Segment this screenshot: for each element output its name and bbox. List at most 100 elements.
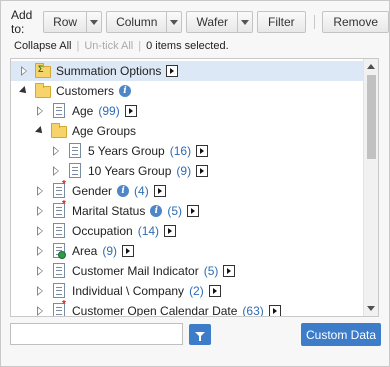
dimension-icon <box>67 143 83 159</box>
column-dropdown-button[interactable] <box>166 11 183 33</box>
tree-node-label[interactable]: Customers <box>56 84 114 98</box>
open-arrow-icon[interactable] <box>122 245 135 257</box>
tree-node[interactable]: 5 Years Group (16) <box>11 141 363 161</box>
funnel-icon <box>195 332 205 341</box>
field-picker-panel: Add to: Row Column Wafer Filter Remove C… <box>0 0 390 367</box>
member-count: (5) <box>203 264 219 278</box>
wafer-dropdown-button[interactable] <box>237 11 253 33</box>
open-arrow-icon[interactable] <box>187 205 200 217</box>
member-count: (99) <box>98 104 120 118</box>
required-dimension-icon: * <box>51 299 67 316</box>
tree-node-label[interactable]: Occupation <box>72 224 133 238</box>
filter-button[interactable] <box>189 324 211 345</box>
member-count: (16) <box>169 144 192 158</box>
folder-icon <box>51 123 67 139</box>
member-count: (14) <box>137 224 160 238</box>
dimension-icon <box>51 223 67 239</box>
column-split-button: Column <box>106 11 183 33</box>
add-to-wafer-button[interactable]: Wafer <box>186 11 237 33</box>
tree-actions: Collapse All | Un-tick All | 0 items sel… <box>14 39 229 53</box>
chevron-down-icon <box>170 19 179 25</box>
chevron-down-icon <box>90 19 99 25</box>
tree-node-label[interactable]: 5 Years Group <box>88 144 165 158</box>
expand-toggle-icon[interactable] <box>35 286 45 296</box>
expand-toggle-icon[interactable] <box>35 266 45 276</box>
expand-toggle-icon[interactable] <box>51 166 61 176</box>
collapse-toggle-icon[interactable] <box>35 126 45 136</box>
member-count: (9) <box>102 244 118 258</box>
collapse-all-link[interactable]: Collapse All <box>14 40 71 52</box>
expand-toggle-icon[interactable] <box>35 226 45 236</box>
tree-node[interactable]: Σ Summation Options <box>11 61 363 81</box>
field-tree: * Customer Open Calendar Date (63) Individu… <box>10 58 379 317</box>
open-arrow-icon[interactable] <box>268 305 281 316</box>
tree-node[interactable]: * Marital Status i (5) <box>11 199 363 221</box>
folder-icon <box>35 83 51 99</box>
geo-dimension-icon <box>51 243 67 259</box>
tree-node[interactable]: Occupation (14) <box>11 221 363 241</box>
open-arrow-icon[interactable] <box>166 65 179 77</box>
selection-status: 0 items selected. <box>146 40 229 52</box>
toolbar: Add to: Row Column Wafer Filter Remove <box>11 8 389 36</box>
expand-toggle-icon[interactable] <box>35 246 45 256</box>
tree-node-label[interactable]: Summation Options <box>56 64 161 78</box>
collapse-toggle-icon[interactable] <box>19 86 29 96</box>
tree-node[interactable]: Age (99) <box>11 101 363 121</box>
open-arrow-icon[interactable] <box>124 105 137 117</box>
add-to-row-button[interactable]: Row <box>43 11 87 33</box>
row-split-button: Row <box>43 11 103 33</box>
tree-scrollbar[interactable] <box>363 59 378 316</box>
scrollbar-thumb[interactable] <box>367 75 376 159</box>
scroll-down-icon[interactable] <box>367 306 375 311</box>
member-count: (5) <box>167 204 183 218</box>
tree-node-label[interactable]: Individual \ Company <box>72 284 184 298</box>
tree-node[interactable]: Customers i <box>11 81 363 101</box>
open-arrow-icon[interactable] <box>196 145 209 157</box>
expand-toggle-icon[interactable] <box>19 66 29 76</box>
member-count: (63) <box>242 304 264 317</box>
info-icon[interactable]: i <box>150 205 163 217</box>
open-arrow-icon[interactable] <box>196 165 209 177</box>
tree-node-label[interactable]: 10 Years Group <box>88 164 171 178</box>
info-icon[interactable]: i <box>117 185 130 197</box>
member-count: (2) <box>189 284 204 298</box>
remove-button[interactable]: Remove <box>322 11 389 33</box>
expand-toggle-icon[interactable] <box>35 306 45 316</box>
dimension-icon <box>67 163 83 179</box>
row-dropdown-button[interactable] <box>86 11 103 33</box>
tree-node[interactable]: Age Groups <box>11 121 363 141</box>
open-arrow-icon[interactable] <box>164 225 177 237</box>
tree-node-label[interactable]: Marital Status <box>72 204 145 218</box>
tree-node[interactable]: Customer Mail Indicator (5) <box>11 261 363 281</box>
tree-node[interactable]: 10 Years Group (9) <box>11 161 363 181</box>
expand-toggle-icon[interactable] <box>35 206 45 216</box>
tree-node[interactable]: * Customer Open Calendar Date (63) <box>11 299 363 317</box>
open-arrow-icon[interactable] <box>153 185 166 197</box>
info-icon[interactable]: i <box>119 85 132 97</box>
expand-toggle-icon[interactable] <box>35 186 45 196</box>
expand-toggle-icon[interactable] <box>35 106 45 116</box>
add-to-filter-button[interactable]: Filter <box>257 11 306 33</box>
tree-node[interactable]: * Gender i (4) <box>11 179 363 201</box>
untick-all-link[interactable]: Un-tick All <box>84 40 133 52</box>
custom-data-button[interactable]: Custom Data <box>301 323 381 346</box>
tree-node[interactable]: Area (9) <box>11 241 363 261</box>
tree-node-label[interactable]: Customer Open Calendar Date <box>72 304 237 316</box>
wafer-split-button: Wafer <box>186 11 253 33</box>
expand-toggle-icon[interactable] <box>51 146 61 156</box>
tree-node-label[interactable]: Gender <box>72 184 112 198</box>
required-dimension-icon: * <box>51 179 67 199</box>
tree-node-label[interactable]: Age Groups <box>72 124 136 138</box>
tree-node-label[interactable]: Customer Mail Indicator <box>72 264 199 278</box>
search-input[interactable] <box>10 323 183 345</box>
required-dimension-icon: * <box>51 199 67 219</box>
tree-node[interactable]: Individual \ Company (2) <box>11 281 363 301</box>
open-arrow-icon[interactable] <box>223 265 236 277</box>
scroll-up-icon[interactable] <box>367 64 375 69</box>
dimension-icon <box>51 263 67 279</box>
add-to-column-button[interactable]: Column <box>106 11 167 33</box>
member-count: (4) <box>134 184 149 198</box>
tree-node-label[interactable]: Age <box>72 104 93 118</box>
open-arrow-icon[interactable] <box>208 285 221 297</box>
tree-node-label[interactable]: Area <box>72 244 97 258</box>
